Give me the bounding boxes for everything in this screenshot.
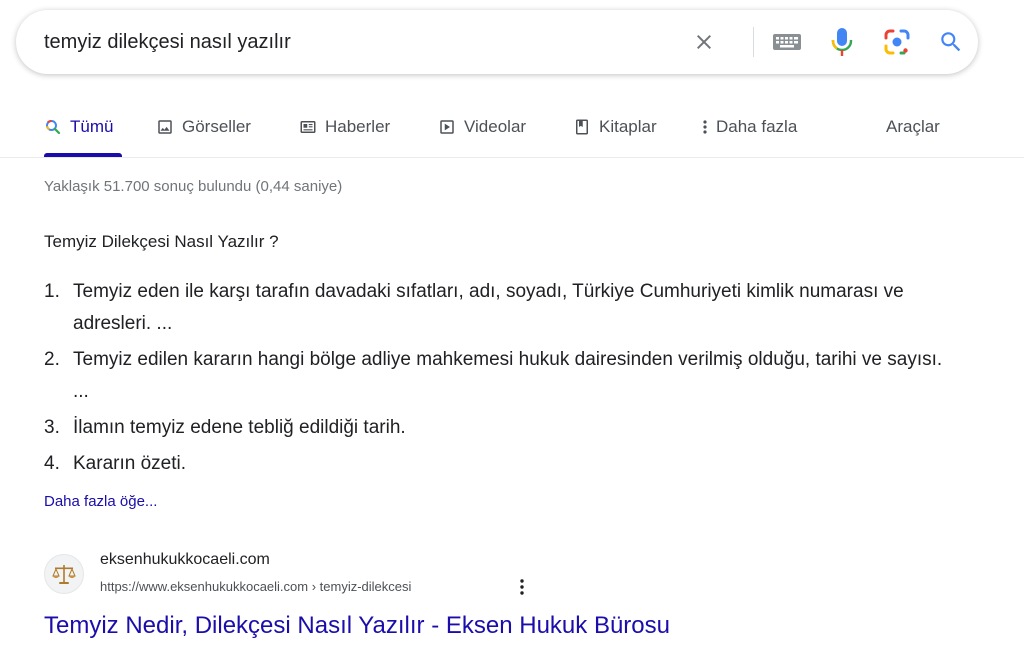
tools-button[interactable]: Araçlar bbox=[886, 115, 940, 139]
result-title-link[interactable]: Temyiz Nedir, Dilekçesi Nasıl Yazılır - … bbox=[44, 612, 670, 640]
more-vert-icon bbox=[520, 579, 524, 595]
list-number: 2. bbox=[44, 349, 60, 370]
search-input[interactable] bbox=[44, 28, 664, 56]
site-favicon[interactable] bbox=[44, 554, 84, 594]
result-site-name[interactable]: eksenhukukkocaeli.com bbox=[100, 551, 270, 569]
search-submit-button[interactable] bbox=[934, 26, 968, 58]
search-tabs: Tümü Görseller Haberler Videolar Kitapla… bbox=[0, 100, 1024, 158]
tab-label: Tümü bbox=[70, 117, 114, 136]
keyboard-button[interactable] bbox=[770, 28, 804, 56]
video-icon bbox=[438, 118, 456, 136]
list-item: 2. Temyiz edilen kararın hangi bölge adli… bbox=[44, 344, 944, 408]
snippet-title: Temyiz Dilekçesi Nasıl Yazılır ? bbox=[44, 232, 279, 251]
voice-search-button[interactable] bbox=[826, 26, 858, 58]
list-text: Temyiz edilen kararın hangi bölge adliye… bbox=[73, 349, 943, 402]
search-box bbox=[16, 10, 978, 74]
tab-all[interactable]: Tümü bbox=[44, 115, 113, 139]
list-text: İlamın temyiz edene tebliğ edildiği tari… bbox=[73, 417, 406, 438]
lens-icon bbox=[884, 29, 910, 55]
result-url[interactable]: https://www.eksenhukukkocaeli.com › temy… bbox=[100, 579, 411, 594]
tab-label: Videolar bbox=[464, 117, 527, 136]
active-tab-indicator bbox=[44, 153, 122, 157]
snippet-list: 1. Temyiz eden ile karşı tarafın davadaki… bbox=[44, 276, 944, 484]
list-item: 4. Kararın özeti. bbox=[44, 448, 944, 480]
list-number: 3. bbox=[44, 417, 60, 438]
more-vert-icon bbox=[698, 118, 712, 136]
book-icon bbox=[573, 118, 591, 136]
tab-videos[interactable]: Videolar bbox=[438, 115, 526, 139]
search-result: eksenhukukkocaeli.com https://www.eksenh… bbox=[44, 548, 944, 648]
microphone-icon bbox=[831, 28, 853, 56]
list-text: Temyiz eden ile karşı tarafın davadaki s… bbox=[73, 281, 904, 334]
lens-search-button[interactable] bbox=[881, 26, 913, 58]
tab-label: Daha fazla bbox=[716, 117, 798, 136]
clear-search-button[interactable] bbox=[688, 26, 720, 58]
more-items-link[interactable]: Daha fazla öğe... bbox=[44, 493, 157, 510]
list-text: Kararın özeti. bbox=[73, 453, 186, 474]
tab-news[interactable]: Haberler bbox=[299, 115, 390, 139]
list-item: 1. Temyiz eden ile karşı tarafın davadaki… bbox=[44, 276, 944, 340]
search-icon bbox=[941, 32, 961, 52]
result-options-button[interactable] bbox=[512, 576, 532, 598]
keyboard-icon bbox=[773, 34, 801, 50]
search-divider bbox=[753, 27, 754, 57]
search-icon bbox=[44, 118, 62, 136]
tab-label: Kitaplar bbox=[599, 117, 657, 136]
tab-more[interactable]: Daha fazla bbox=[698, 115, 797, 139]
list-number: 4. bbox=[44, 453, 60, 474]
news-icon bbox=[299, 118, 317, 136]
scales-icon bbox=[52, 565, 76, 584]
image-icon bbox=[156, 118, 174, 136]
tab-images[interactable]: Görseller bbox=[156, 115, 251, 139]
result-stats: Yaklaşık 51.700 sonuç bulundu (0,44 sani… bbox=[44, 178, 343, 195]
list-item: 3. İlamın temyiz edene tebliğ edildiği ta… bbox=[44, 412, 944, 444]
close-icon bbox=[697, 35, 711, 49]
list-number: 1. bbox=[44, 281, 60, 302]
tab-books[interactable]: Kitaplar bbox=[573, 115, 657, 139]
tab-label: Haberler bbox=[325, 117, 391, 136]
tab-label: Görseller bbox=[182, 117, 251, 136]
tools-label: Araçlar bbox=[886, 117, 940, 136]
